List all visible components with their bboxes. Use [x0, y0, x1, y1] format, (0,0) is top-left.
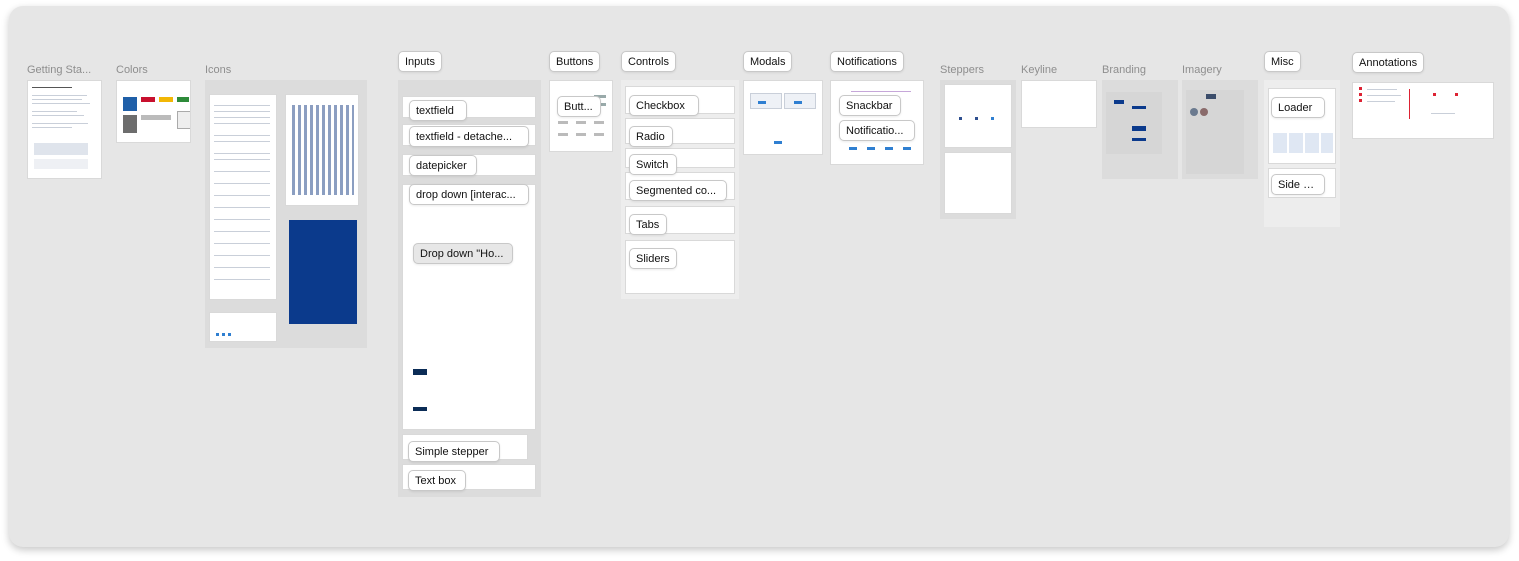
text-box-label[interactable]: Text box [408, 470, 466, 491]
group-keyline-title[interactable]: Keyline [1021, 64, 1057, 76]
annotations-frame[interactable] [1352, 82, 1494, 139]
icons-outline-board [209, 94, 277, 300]
icons-frame[interactable] [205, 80, 367, 348]
checkbox-label[interactable]: Checkbox [629, 95, 699, 116]
datepicker-label[interactable]: datepicker [409, 155, 477, 176]
icons-sizes-board [209, 312, 277, 342]
imagery-frame[interactable] [1182, 80, 1258, 179]
icons-inverse-board [289, 220, 357, 324]
group-colors-title[interactable]: Colors [116, 64, 148, 76]
drop-down-interactive-label[interactable]: drop down [interac... [409, 184, 529, 205]
group-steppers-title[interactable]: Steppers [940, 64, 984, 76]
drop-down-hover-label[interactable]: Drop down "Ho... [413, 243, 513, 264]
segmented-control-label[interactable]: Segmented co... [629, 180, 727, 201]
group-modals-label[interactable]: Modals [743, 51, 793, 72]
group-branding-title[interactable]: Branding [1102, 64, 1146, 76]
buttons-item-label[interactable]: Butt... [557, 96, 601, 117]
textfield-label[interactable]: textfield [409, 100, 467, 121]
steppers-vertical-board [944, 152, 1012, 214]
group-inputs-label[interactable]: Inputs [398, 51, 442, 72]
getting-started-frame[interactable] [27, 80, 102, 179]
loader-label[interactable]: Loader [1271, 97, 1325, 118]
group-annotations-label[interactable]: Annotations [1352, 52, 1425, 73]
imagery-photos-board [1186, 90, 1244, 174]
group-controls-label[interactable]: Controls [621, 51, 676, 72]
group-notifications-label[interactable]: Notifications [830, 51, 904, 72]
notification-label[interactable]: Notificatio... [839, 120, 915, 141]
figma-canvas[interactable]: Getting Sta... Colors Icons Inputs textf… [9, 6, 1509, 547]
colors-frame[interactable] [116, 80, 191, 143]
switch-label[interactable]: Switch [629, 154, 677, 175]
group-getting-started-title[interactable]: Getting Sta... [27, 64, 91, 76]
sliders-label[interactable]: Sliders [629, 248, 677, 269]
radio-label[interactable]: Radio [629, 126, 673, 147]
textfield-detached-label[interactable]: textfield - detache... [409, 126, 529, 147]
steppers-horizontal-board [944, 84, 1012, 148]
inputs-dropdown-board [402, 184, 536, 430]
group-icons-title[interactable]: Icons [205, 64, 231, 76]
snackbar-label[interactable]: Snackbar [839, 95, 901, 116]
icons-filled-board [285, 94, 359, 206]
steppers-frame[interactable] [940, 80, 1016, 219]
group-misc-label[interactable]: Misc [1264, 51, 1301, 72]
branding-frame[interactable] [1102, 80, 1178, 179]
branding-logos-board [1106, 92, 1162, 154]
side-nav-label[interactable]: Side n... [1271, 174, 1325, 195]
group-buttons-label[interactable]: Buttons [549, 51, 601, 72]
tabs-label[interactable]: Tabs [629, 214, 667, 235]
simple-stepper-label[interactable]: Simple stepper [408, 441, 500, 462]
group-imagery-title[interactable]: Imagery [1182, 64, 1222, 76]
modals-frame[interactable] [743, 80, 823, 155]
keyline-frame[interactable] [1021, 80, 1097, 128]
